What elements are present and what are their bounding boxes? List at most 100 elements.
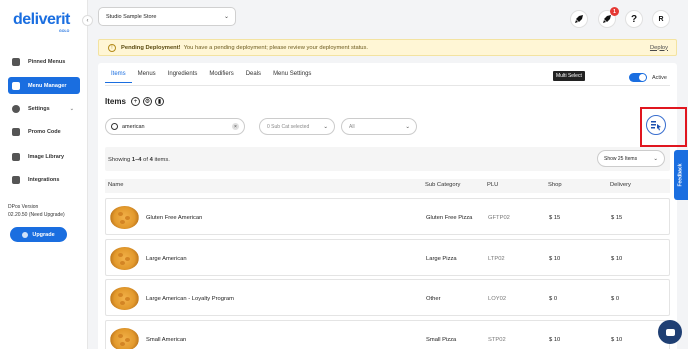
item-sub-category: Other xyxy=(426,296,441,302)
upgrade-button[interactable]: Upgrade xyxy=(10,227,67,242)
table-header: Name Sub Category PLU Shop Delivery xyxy=(105,179,670,193)
upgrade-label: Upgrade xyxy=(32,231,55,238)
store-select[interactable]: Studio Sample Store ⌄ xyxy=(98,7,236,26)
version-value: 02.20.50 (Need Upgrade) xyxy=(8,212,65,218)
search-icon xyxy=(111,123,118,130)
table-row[interactable]: Gluten Free American Gluten Free Pizza G… xyxy=(105,198,670,235)
tab-deals[interactable]: Deals xyxy=(240,71,267,83)
item-plu: STP02 xyxy=(488,337,506,343)
item-image xyxy=(110,247,139,270)
subcategory-select[interactable]: 0 Sub Cat selected ⌄ xyxy=(259,118,335,135)
alert-title: Pending Deployment! xyxy=(121,44,181,51)
column-header-plu: PLU xyxy=(487,182,499,188)
showing-text: Showing 1–4 of 4 items. xyxy=(108,157,170,163)
sidebar-item-integrations[interactable]: Integrations xyxy=(8,171,80,188)
menu-icon xyxy=(12,81,20,90)
status-filter-select[interactable]: All ⌄ xyxy=(341,118,417,135)
active-toggle[interactable] xyxy=(629,73,647,82)
item-shop-price: $ 15 xyxy=(549,215,561,221)
item-shop-price: $ 10 xyxy=(549,256,561,262)
feedback-tab[interactable]: Feedback xyxy=(674,150,688,200)
sidebar-item-promo-code[interactable]: Promo Code xyxy=(8,123,80,140)
table-row[interactable]: Small American Small Pizza STP02 $ 10 $ … xyxy=(105,320,670,349)
multi-select-button[interactable] xyxy=(646,115,666,135)
item-sub-category: Small Pizza xyxy=(426,337,457,343)
tab-items[interactable]: Items xyxy=(105,71,132,83)
item-delivery-price: $ 0 xyxy=(611,296,620,302)
multi-select-tooltip: Multi Select xyxy=(553,71,585,81)
page-size-select[interactable]: Show 25 Items ⌄ xyxy=(597,150,665,167)
gear-icon xyxy=(12,104,20,113)
deploy-link[interactable]: Deploy xyxy=(650,45,668,51)
table-row[interactable]: Large American - Loyalty Program Other L… xyxy=(105,279,670,316)
item-image xyxy=(110,287,139,310)
rocket-icon[interactable] xyxy=(570,10,588,28)
logo: deliverit xyxy=(13,11,70,28)
sidebar-item-label: Promo Code xyxy=(28,128,61,135)
item-sub-category: Gluten Free Pizza xyxy=(426,215,473,221)
clear-search-icon[interactable]: × xyxy=(232,123,239,130)
image-icon xyxy=(12,152,20,161)
items-title: Items xyxy=(105,97,126,106)
bookmark-icon[interactable]: ▮ xyxy=(155,97,164,106)
tabs-divider xyxy=(105,85,670,86)
store-select-value: Studio Sample Store xyxy=(106,13,157,20)
item-name: Large American - Loyalty Program xyxy=(146,296,234,302)
integrations-icon xyxy=(12,175,20,184)
item-delivery-price: $ 10 xyxy=(611,256,623,262)
sidebar-item-label: Image Library xyxy=(28,153,65,160)
help-button[interactable]: ? xyxy=(625,10,643,28)
item-shop-price: $ 0 xyxy=(549,296,558,302)
warning-icon: ! xyxy=(108,43,116,52)
avatar[interactable]: R xyxy=(652,10,670,28)
column-header-name: Name xyxy=(108,182,124,188)
chat-icon[interactable] xyxy=(658,320,682,344)
sidebar-item-label: Pinned Menus xyxy=(28,58,66,65)
item-shop-price: $ 10 xyxy=(549,337,561,343)
alert-message: You have a pending deployment; please re… xyxy=(183,44,369,51)
settings-circle-icon[interactable]: ⚙ xyxy=(143,97,152,106)
column-header-sub-category: Sub Category xyxy=(425,182,461,188)
tabs: Items Menus Ingredients Modifiers Deals … xyxy=(105,71,317,83)
status-filter-value: All xyxy=(349,123,355,130)
item-image xyxy=(110,328,139,349)
item-plu: LTP02 xyxy=(488,256,505,262)
table-row[interactable]: Large American Large Pizza LTP02 $ 10 $ … xyxy=(105,239,670,276)
chevron-down-icon: ⌄ xyxy=(405,123,410,130)
version-info: DPos Version 02.20.50 (Need Upgrade) xyxy=(8,204,76,220)
sidebar-item-image-library[interactable]: Image Library xyxy=(8,148,80,165)
sidebar-item-pinned-menus[interactable]: Pinned Menus xyxy=(8,53,80,70)
subcategory-placeholder: 0 Sub Cat selected xyxy=(267,123,310,130)
tab-menu-settings[interactable]: Menu Settings xyxy=(267,71,317,83)
tab-ingredients[interactable]: Ingredients xyxy=(162,71,204,83)
upgrade-icon xyxy=(22,231,29,238)
tab-menus[interactable]: Menus xyxy=(132,71,162,83)
page-size-value: Show 25 Items xyxy=(604,155,638,162)
collapse-sidebar-button[interactable]: ‹ xyxy=(82,15,93,26)
version-label: DPos Version xyxy=(8,204,39,210)
sidebar-item-label: Integrations xyxy=(28,176,60,183)
item-image xyxy=(110,206,139,229)
pending-deployment-alert: ! Pending Deployment! You have a pending… xyxy=(98,39,677,56)
sidebar-item-settings[interactable]: Settings ⌄ xyxy=(8,100,80,117)
item-plu: GFTP02 xyxy=(488,215,510,221)
item-delivery-price: $ 15 xyxy=(611,215,623,221)
sidebar-item-menu-manager[interactable]: Menu Manager xyxy=(8,77,80,94)
sidebar-item-label: Menu Manager xyxy=(28,82,67,89)
pin-icon xyxy=(12,57,20,66)
column-header-delivery: Delivery xyxy=(610,182,631,188)
tab-modifiers[interactable]: Modifiers xyxy=(203,71,239,83)
item-sub-category: Large Pizza xyxy=(426,256,457,262)
search-input[interactable] xyxy=(122,123,222,130)
item-name: Small American xyxy=(146,337,187,343)
item-delivery-price: $ 10 xyxy=(611,337,623,343)
notifications-button[interactable]: 1 xyxy=(598,7,619,28)
item-plu: LOY02 xyxy=(488,296,507,302)
column-header-shop: Shop xyxy=(548,182,562,188)
promo-icon xyxy=(12,127,20,136)
search-field[interactable]: × xyxy=(105,118,245,135)
sidebar-item-label: Settings xyxy=(28,105,50,112)
add-item-icon[interactable]: + xyxy=(131,97,140,106)
main-card: Items Menus Ingredients Modifiers Deals … xyxy=(98,63,687,349)
feedback-label: Feedback xyxy=(678,163,685,187)
